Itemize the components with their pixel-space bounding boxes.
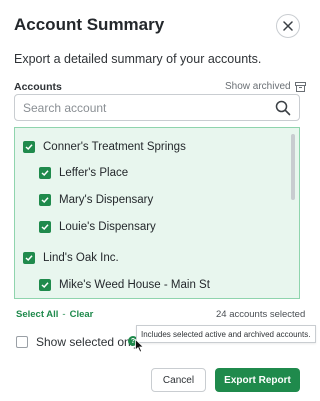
- dialog-subtitle: Export a detailed summary of your accoun…: [14, 52, 262, 66]
- tree-item-label: Conner's Treatment Springs: [43, 141, 186, 153]
- account-tree-list[interactable]: Conner's Treatment Springs Leffer's Plac…: [14, 127, 300, 299]
- archive-box-icon: [294, 81, 306, 92]
- tree-item[interactable]: Louie's Dispensary: [39, 217, 156, 237]
- close-icon: [283, 21, 293, 31]
- checkbox-checked[interactable]: [39, 221, 51, 233]
- search-field[interactable]: [14, 94, 300, 121]
- tree-item[interactable]: Mike's Weed House - Main St: [39, 275, 210, 295]
- search-input[interactable]: [23, 95, 268, 120]
- tooltip: Includes selected active and archived ac…: [136, 325, 316, 343]
- tooltip-text: Includes selected active and archived ac…: [141, 330, 311, 339]
- mouse-pointer-icon: [135, 339, 145, 353]
- show-selected-only-toggle[interactable]: Show selected only: [16, 335, 139, 349]
- tree-item[interactable]: Leffer's Place: [39, 163, 128, 183]
- close-button[interactable]: [276, 14, 300, 38]
- selection-links: Select All - Clear: [16, 309, 93, 320]
- account-summary-dialog: Account Summary Export a detailed summar…: [0, 0, 316, 401]
- dialog-title: Account Summary: [14, 15, 165, 34]
- checkbox-checked[interactable]: [23, 252, 35, 264]
- check-icon: [41, 197, 49, 204]
- tree-item[interactable]: Lind's Oak Inc.: [23, 248, 119, 268]
- checkbox-unchecked[interactable]: [16, 336, 28, 348]
- checkbox-checked[interactable]: [39, 167, 51, 179]
- list-scrollbar[interactable]: [291, 134, 295, 200]
- check-icon: [41, 170, 49, 177]
- tree-item[interactable]: Mary's Dispensary: [39, 190, 153, 210]
- check-icon: [25, 255, 33, 262]
- check-icon: [25, 144, 33, 151]
- selected-count: 24 accounts selected: [216, 309, 306, 320]
- show-archived-label: Show archived: [225, 81, 291, 92]
- show-selected-only-label: Show selected only: [36, 335, 140, 349]
- tree-item[interactable]: Conner's Treatment Springs: [23, 137, 186, 157]
- tree-item-label: Lind's Oak Inc.: [43, 252, 119, 264]
- clear-link[interactable]: Clear: [70, 309, 94, 320]
- show-archived-toggle[interactable]: Show archived: [225, 81, 306, 92]
- tree-item-label: Mary's Dispensary: [59, 194, 154, 206]
- checkbox-checked[interactable]: [23, 141, 35, 153]
- checkbox-checked[interactable]: [39, 194, 51, 206]
- tree-item-label: Leffer's Place: [59, 167, 129, 179]
- check-icon: [41, 282, 49, 289]
- export-report-button[interactable]: Export Report: [215, 368, 300, 392]
- tree-item-label: Mike's Weed House - Main St: [59, 279, 210, 291]
- search-icon[interactable]: [275, 100, 291, 116]
- select-all-link[interactable]: Select All: [16, 309, 58, 320]
- accounts-label: Accounts: [14, 81, 62, 93]
- tree-item-label: Louie's Dispensary: [59, 221, 156, 233]
- link-separator: -: [62, 309, 66, 320]
- cancel-button[interactable]: Cancel: [151, 368, 206, 392]
- check-icon: [41, 224, 49, 231]
- checkbox-checked[interactable]: [39, 279, 51, 291]
